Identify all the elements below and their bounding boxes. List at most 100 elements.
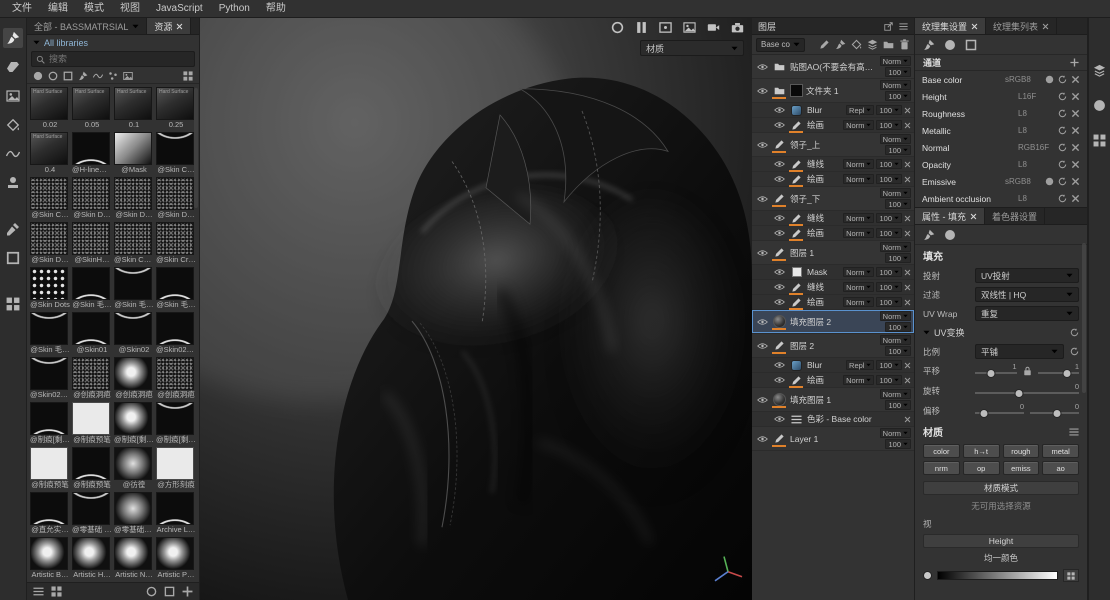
填充图层 1[interactable]: 填充图层 1 Norm 100 (752, 388, 914, 412)
add-effect-icon[interactable] (819, 39, 830, 50)
visibility-toggle-icon[interactable] (755, 396, 769, 404)
close-tab-icon[interactable] (971, 23, 978, 30)
opacity-select[interactable]: 100 (885, 322, 911, 332)
remove-effect-icon[interactable] (904, 284, 911, 291)
remove-effect-icon[interactable] (904, 377, 911, 384)
channel-format[interactable]: RGB16F (1018, 143, 1054, 152)
Mask[interactable]: Mask Norm 100 (752, 265, 914, 280)
channel-toggle-button[interactable]: nrm (923, 461, 960, 475)
asset-item[interactable]: @Skin C… (30, 177, 70, 220)
visibility-toggle-icon[interactable] (772, 160, 786, 168)
asset-item[interactable]: @零基础总… (114, 492, 154, 535)
remove-effect-icon[interactable] (904, 362, 911, 369)
select-mode-icon[interactable] (965, 39, 977, 51)
asset-item[interactable]: @Skin02 … (156, 312, 196, 355)
asset-item[interactable]: @SkinH… (72, 222, 112, 265)
asset-item[interactable]: @Skin01 (72, 312, 112, 355)
领子_下[interactable]: 领子_下 Norm 100 (752, 187, 914, 211)
channel-reset-icon[interactable] (1058, 126, 1067, 135)
uv-wrap-select[interactable]: 重复 (975, 306, 1079, 321)
visibility-toggle-icon[interactable] (755, 63, 769, 71)
filter-smart-masks-icon[interactable] (63, 71, 73, 81)
list-view-icon[interactable] (33, 586, 44, 597)
channel-delete-icon[interactable] (1071, 177, 1080, 186)
asset-item[interactable]: Hard Surface 0.1 (114, 87, 154, 130)
blend-mode-select[interactable]: Norm (879, 335, 911, 345)
remove-effect-icon[interactable] (904, 122, 911, 129)
clone-tool-icon[interactable] (3, 173, 23, 193)
visibility-toggle-icon[interactable] (755, 249, 769, 257)
remove-effect-icon[interactable] (904, 416, 911, 423)
asset-item[interactable]: @Skin C… (156, 132, 196, 175)
remove-effect-icon[interactable] (904, 107, 911, 114)
add-folder-icon[interactable] (883, 39, 894, 50)
gradient-options-button[interactable] (1063, 569, 1079, 582)
polygon-fill-tool-icon[interactable] (3, 115, 23, 135)
channel-delete-icon[interactable] (1071, 75, 1080, 84)
opacity-select[interactable]: 100 (876, 213, 902, 223)
blend-mode-select[interactable]: Repl (846, 360, 875, 370)
opacity-select[interactable]: 100 (876, 105, 902, 115)
opacity-select[interactable]: 100 (876, 174, 902, 184)
menu-item[interactable]: JavaScript (148, 0, 211, 18)
asset-item[interactable]: @直允实… (30, 492, 70, 535)
opacity-select[interactable]: 100 (885, 439, 911, 449)
channel-colorspace-icon[interactable] (1045, 177, 1054, 186)
绘画[interactable]: 绘画 Norm 100 (752, 295, 914, 310)
channel-format[interactable]: L8 (1018, 126, 1054, 135)
asset-item[interactable]: Artistic B… (30, 537, 70, 580)
texture-sets-panel-icon[interactable] (1090, 130, 1110, 150)
filter-brushes-icon[interactable] (78, 71, 88, 81)
menu-item[interactable]: 帮助 (258, 0, 294, 18)
blend-mode-select[interactable]: Norm (879, 134, 911, 144)
channel-delete-icon[interactable] (1071, 194, 1080, 203)
wireframe-toggle-icon[interactable] (611, 21, 624, 34)
tab-shader-settings[interactable]: 着色器设置 (985, 208, 1046, 224)
opacity-select[interactable]: 100 (876, 297, 902, 307)
symmetry-tool-icon[interactable] (3, 294, 23, 314)
asset-item[interactable]: @Skin Cr… (156, 222, 196, 265)
height-gradient-slider[interactable] (937, 571, 1058, 580)
blend-mode-select[interactable]: Norm (879, 389, 911, 399)
图层 2[interactable]: 图层 2 Norm 100 (752, 334, 914, 358)
channel-toggle-button[interactable]: emiss (1002, 461, 1040, 475)
缝线[interactable]: 缝线 Norm 100 (752, 280, 914, 295)
tab-texture-set-settings[interactable]: 纹理集设置 (915, 18, 987, 34)
asset-item[interactable]: @Skin 毛… (30, 312, 70, 355)
blend-mode-select[interactable]: Norm (843, 375, 875, 385)
visibility-toggle-icon[interactable] (755, 435, 769, 443)
blend-mode-select[interactable]: Norm (843, 282, 875, 292)
visibility-toggle-icon[interactable] (772, 376, 786, 384)
video-capture-icon[interactable] (707, 21, 720, 34)
tab-texture-set-list[interactable]: 纹理集列表 (986, 18, 1058, 34)
channel-reset-icon[interactable] (1058, 75, 1067, 84)
add-fill-layer-icon[interactable] (851, 39, 862, 50)
visibility-toggle-icon[interactable] (772, 229, 786, 237)
asset-item[interactable]: Hard Surface 0.05 (72, 87, 112, 130)
remove-effect-icon[interactable] (904, 299, 911, 306)
blend-mode-select[interactable]: Norm (879, 428, 911, 438)
channel-toggle-button[interactable]: color (923, 444, 960, 458)
visibility-toggle-icon[interactable] (755, 318, 769, 326)
opacity-select[interactable]: 100 (885, 199, 911, 209)
领子_上[interactable]: 领子_上 Norm 100 (752, 133, 914, 157)
asset-item[interactable]: @制痕预笔 (72, 447, 112, 490)
blend-mode-select[interactable]: Norm (879, 56, 911, 66)
filter-environments-icon[interactable] (123, 71, 133, 81)
opacity-select[interactable]: 100 (876, 267, 902, 277)
blend-mode-select[interactable]: Norm (879, 242, 911, 252)
paint-mode-icon[interactable] (923, 39, 935, 51)
绘画[interactable]: 绘画 Norm 100 (752, 172, 914, 187)
material-mode-header[interactable]: 材质模式 (923, 481, 1079, 495)
menu-item[interactable]: 文件 (4, 0, 40, 18)
link-scale-icon[interactable] (1070, 347, 1079, 356)
remove-effect-icon[interactable] (904, 161, 911, 168)
缝线[interactable]: 缝线 Norm 100 (752, 211, 914, 226)
opacity-select[interactable]: 100 (885, 91, 911, 101)
filter-materials-icon[interactable] (33, 71, 43, 81)
opacity-select[interactable]: 100 (885, 67, 911, 77)
opacity-select[interactable]: 100 (885, 400, 911, 410)
asset-item[interactable]: @Skin02 毛… (30, 357, 70, 400)
绘画[interactable]: 绘画 Norm 100 (752, 118, 914, 133)
channel-reset-icon[interactable] (1058, 177, 1067, 186)
